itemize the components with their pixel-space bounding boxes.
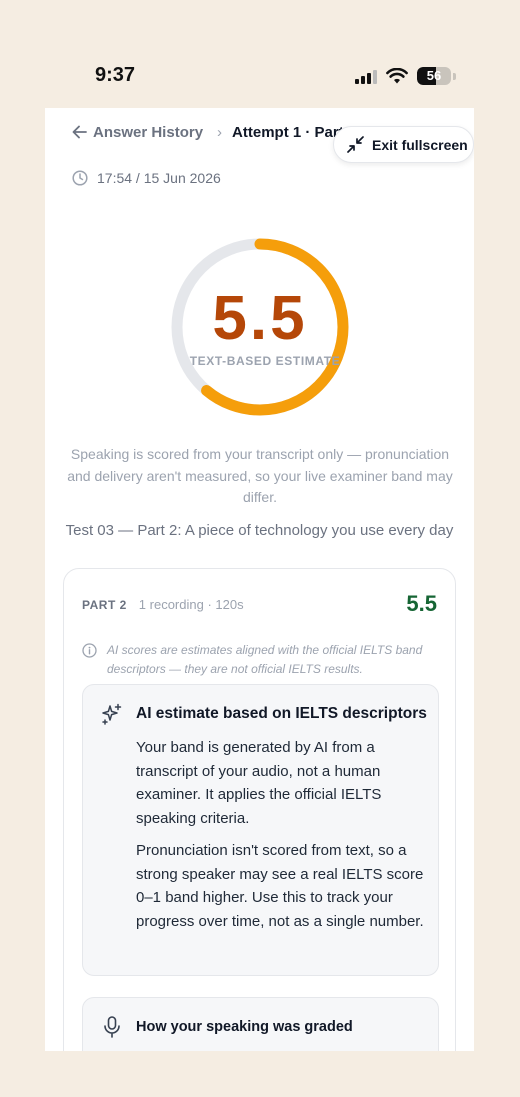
part-header: PART 2 1 recording · 120s <box>82 597 244 612</box>
scoring-disclaimer: Speaking is scored from your transcript … <box>67 446 453 505</box>
ai-note-text: AI scores are estimates aligned with the… <box>107 643 423 676</box>
sparkles-icon <box>102 703 122 725</box>
back-link-label: Answer History <box>93 123 204 141</box>
battery-icon: 56 <box>417 67 451 85</box>
back-to-answer-history-link[interactable]: Answer History <box>72 124 203 141</box>
result-page: Answer History › Attempt 1 · Part 2 Exit… <box>45 108 474 1051</box>
chevron-right-icon: › <box>217 123 223 141</box>
ai-score-note: AI scores are estimates aligned with the… <box>82 641 427 679</box>
arrow-left-icon <box>72 125 87 139</box>
score-gauge: 5.5 TEXT-BASED ESTIMATE <box>169 236 351 418</box>
info-paragraph-2: Pronunciation isn't scored from text, so… <box>136 842 424 930</box>
test-title: Test 03 — Part 2: A piece of technology … <box>65 522 454 539</box>
wifi-icon <box>386 67 408 83</box>
battery-percent: 56 <box>426 68 442 83</box>
ai-estimate-info-box: AI estimate based on IELTS descriptors Y… <box>82 684 439 976</box>
attempt-timestamp: 17:54 / 15 Jun 2026 <box>72 170 221 186</box>
part-meta: 1 recording · 120s <box>138 597 244 612</box>
exit-fullscreen-label: Exit fullscreen <box>372 136 468 153</box>
microphone-icon <box>104 1016 120 1038</box>
info-paragraph-1: Your band is generated by AI from a tran… <box>136 739 382 827</box>
exit-fullscreen-button[interactable]: Exit fullscreen <box>333 126 474 163</box>
status-icons: 56 <box>355 64 456 88</box>
overall-band-score: 5.5 <box>212 284 308 353</box>
battery-tip <box>453 72 456 80</box>
status-time: 9:37 <box>95 64 136 86</box>
collapse-icon <box>347 136 364 153</box>
grading-details-title: How your speaking was graded <box>136 1019 353 1035</box>
info-box-title: AI estimate based on IELTS descriptors <box>136 705 427 722</box>
grading-details-box[interactable]: How your speaking was graded <box>82 997 439 1051</box>
timestamp-text: 17:54 / 15 Jun 2026 <box>97 170 221 186</box>
cellular-signal-icon <box>355 68 377 84</box>
breadcrumb: Answer History › Attempt 1 · Part 2 <box>72 122 356 142</box>
part-label: PART 2 <box>82 597 127 612</box>
part-score: 5.5 <box>406 591 437 616</box>
clock-icon <box>72 170 88 186</box>
status-bar: 9:37 56 <box>0 0 520 108</box>
info-icon <box>82 643 97 658</box>
score-caption: TEXT-BASED ESTIMATE <box>189 354 341 368</box>
part-result-card: PART 2 1 recording · 120s 5.5 AI scores … <box>63 568 456 1051</box>
